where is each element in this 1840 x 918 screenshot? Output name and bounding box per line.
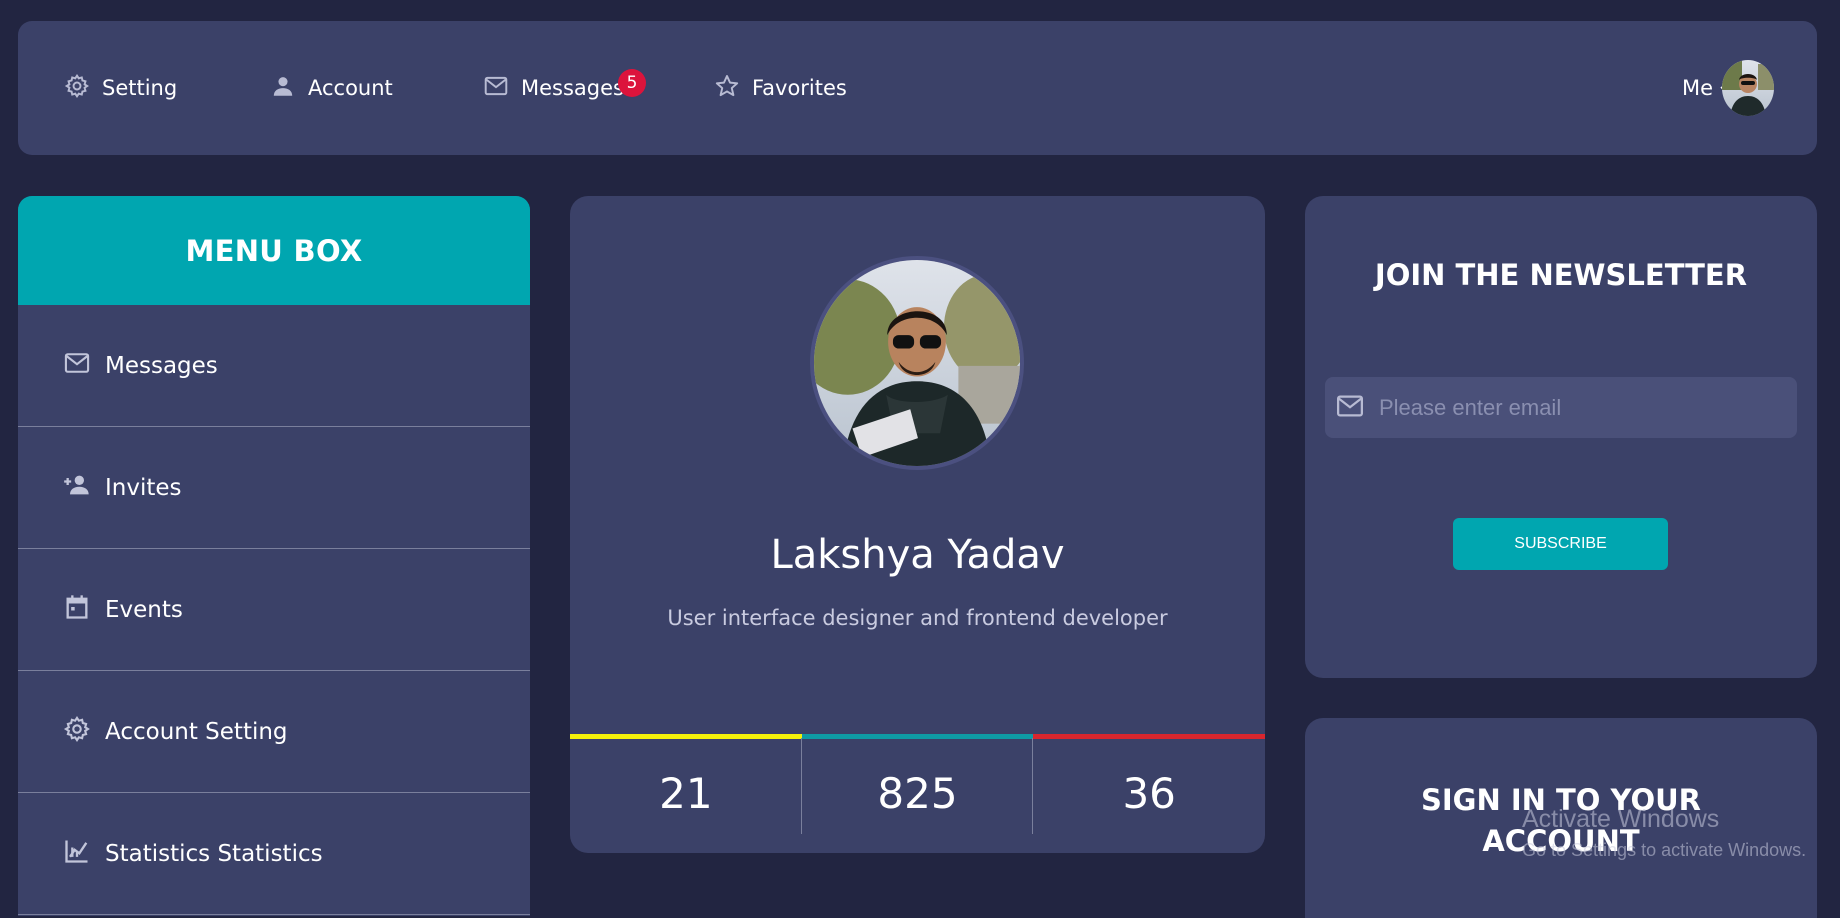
subscribe-button[interactable]: SUBSCRIBE bbox=[1453, 518, 1668, 570]
menu-item-messages[interactable]: Messages bbox=[18, 305, 530, 427]
envelope-icon bbox=[63, 349, 91, 383]
menu-item-account-setting[interactable]: Account Setting bbox=[18, 671, 530, 793]
menu-box: MENU BOX Messages Invites Events Account… bbox=[18, 196, 530, 916]
email-field-wrapper bbox=[1325, 377, 1797, 438]
stat-item: 21 bbox=[570, 734, 802, 853]
nav-messages-label: Messages bbox=[521, 76, 624, 100]
menu-box-title: MENU BOX bbox=[18, 196, 530, 305]
menu-item-invites[interactable]: Invites bbox=[18, 427, 530, 549]
chart-icon bbox=[63, 837, 91, 871]
profile-name: Lakshya Yadav bbox=[770, 532, 1065, 578]
menu-item-label: Statistics Statistics bbox=[105, 840, 323, 867]
stat-item: 36 bbox=[1033, 734, 1265, 853]
menu-item-label: Events bbox=[105, 596, 183, 623]
menu-item-label: Messages bbox=[105, 352, 218, 379]
stat-value: 36 bbox=[1122, 769, 1176, 818]
profile-stats: 21 825 36 bbox=[570, 734, 1265, 853]
gear-icon bbox=[64, 73, 90, 104]
menu-item-label: Invites bbox=[105, 474, 182, 501]
person-add-icon bbox=[63, 471, 91, 505]
newsletter-card: JOIN THE NEWSLETTER SUBSCRIBE bbox=[1305, 196, 1817, 678]
stat-value: 825 bbox=[877, 769, 958, 818]
stat-item: 825 bbox=[801, 734, 1034, 853]
stat-color-bar bbox=[801, 734, 1034, 739]
stat-value: 21 bbox=[659, 769, 713, 818]
menu-item-events[interactable]: Events bbox=[18, 549, 530, 671]
user-menu-label: Me bbox=[1681, 76, 1713, 100]
person-icon bbox=[270, 73, 296, 104]
nav-setting-label: Setting bbox=[102, 76, 178, 100]
newsletter-title: JOIN THE NEWSLETTER bbox=[1374, 258, 1748, 292]
messages-count-badge: 5 bbox=[618, 69, 646, 97]
avatar[interactable] bbox=[1722, 60, 1774, 116]
nav-favorites[interactable]: Favorites bbox=[714, 21, 847, 155]
calendar-icon bbox=[63, 593, 91, 627]
nav-setting[interactable]: Setting bbox=[64, 21, 177, 155]
envelope-icon bbox=[1335, 391, 1365, 425]
top-navbar: Setting Account Messages 5 Favorites Me bbox=[18, 21, 1817, 155]
signin-card: SIGN IN TO YOUR ACCOUNT bbox=[1305, 718, 1817, 918]
star-icon bbox=[714, 73, 740, 104]
email-field[interactable] bbox=[1377, 393, 1797, 422]
stat-color-bar bbox=[570, 734, 802, 739]
nav-favorites-label: Favorites bbox=[752, 76, 847, 100]
nav-messages[interactable]: Messages bbox=[483, 21, 624, 155]
envelope-icon bbox=[483, 73, 509, 104]
stat-color-bar bbox=[1033, 734, 1265, 739]
menu-item-label: Account Setting bbox=[105, 718, 288, 745]
signin-title: SIGN IN TO YOUR ACCOUNT bbox=[1420, 783, 1702, 858]
gear-icon bbox=[63, 715, 91, 749]
profile-card: Lakshya Yadav User interface designer an… bbox=[570, 196, 1265, 853]
profile-role: User interface designer and frontend dev… bbox=[667, 606, 1168, 630]
profile-photo bbox=[810, 256, 1024, 470]
nav-account-label: Account bbox=[308, 76, 393, 100]
nav-account[interactable]: Account bbox=[270, 21, 393, 155]
